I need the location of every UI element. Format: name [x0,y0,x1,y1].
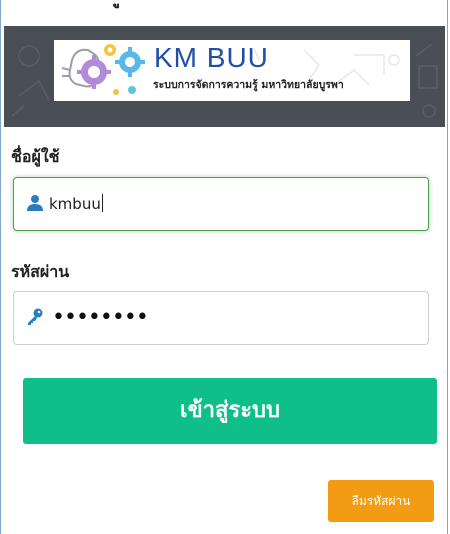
banner: KM BUU ระบบการจัดการความรู้ มหาวิทยาลัยบ… [4,26,445,127]
logo-title: KM BUU [154,42,269,73]
login-page: ู [0,0,450,534]
username-input[interactable]: kmbuu [49,194,349,214]
text-caret [101,194,103,212]
user-icon [27,195,43,211]
logo-subtitle: ระบบการจัดการความรู้ มหาวิทยาลัยบูรพา [153,79,344,91]
forgot-password-button[interactable]: ลืมรหัสผ่าน [328,480,434,522]
key-icon [28,308,43,325]
km-buu-logo: KM BUU ระบบการจัดการความรู้ มหาวิทยาลัยบ… [54,40,410,101]
password-field[interactable]: •••••••• [13,291,429,345]
username-field[interactable]: kmbuu [13,177,429,231]
password-label: รหัสผ่าน [11,262,70,281]
login-button[interactable]: เข้าสู่ระบบ [23,378,437,444]
username-label: ชื่อผู้ใช้ [11,147,60,166]
password-input[interactable]: •••••••• [52,306,149,330]
login-panel: KM BUU ระบบการจัดการความรู้ มหาวิทยาลัยบ… [0,0,448,534]
username-value: kmbuu [49,195,101,213]
